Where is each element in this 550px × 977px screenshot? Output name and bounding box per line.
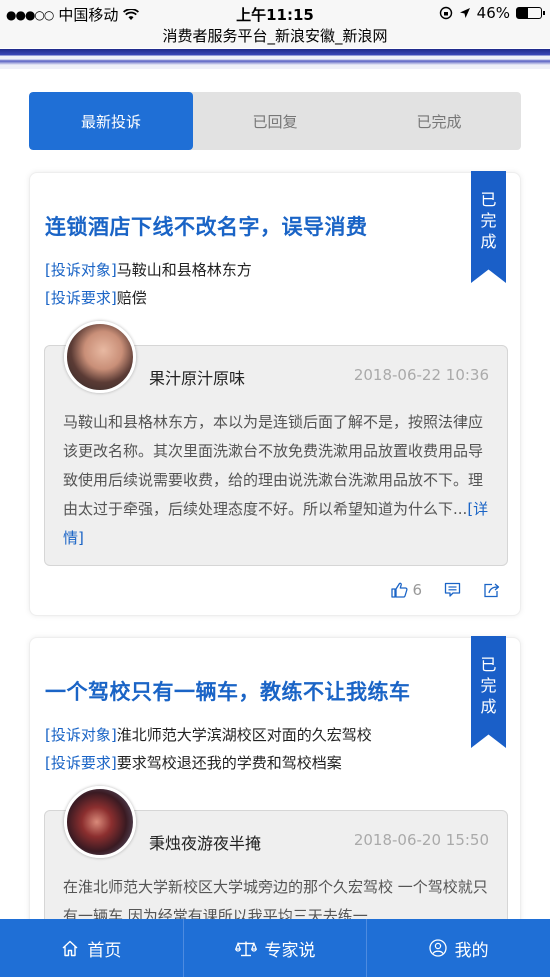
nav-experts-label: 专家说 <box>264 940 316 961</box>
complaint-target: [投诉对象]淮北师范大学滨湖校区对面的久宏驾校 <box>45 724 372 745</box>
request-tag: [投诉要求] <box>45 754 117 772</box>
post-datetime: 2018-06-20 15:50 <box>353 831 489 849</box>
request-value: 赔偿 <box>116 289 147 307</box>
status-badge: 已 完 成 <box>471 636 506 748</box>
nav-mine-label: 我的 <box>454 940 489 961</box>
avatar[interactable] <box>64 321 136 393</box>
user-icon <box>429 939 447 957</box>
share-button[interactable] <box>483 582 501 598</box>
scale-icon <box>234 941 257 956</box>
target-tag: [投诉对象] <box>45 261 117 279</box>
request-tag: [投诉要求] <box>45 289 117 307</box>
target-value: 淮北师范大学滨湖校区对面的久宏驾校 <box>116 726 372 744</box>
card-actions: 6 <box>391 581 501 599</box>
tab-completed[interactable]: 已完成 <box>357 92 521 150</box>
comment-icon <box>444 582 461 597</box>
rotation-lock-icon <box>439 6 452 20</box>
complaint-request: [投诉要求]要求驾校退还我的学费和驾校档案 <box>45 752 342 773</box>
nav-home-label: 首页 <box>87 940 122 961</box>
like-count: 6 <box>412 581 422 599</box>
post-datetime: 2018-06-22 10:36 <box>353 366 489 384</box>
user-name: 秉烛夜游夜半掩 <box>149 834 262 853</box>
tab-latest[interactable]: 最新投诉 <box>29 92 193 150</box>
complaint-title[interactable]: 连锁酒店下线不改名字，误导消费 <box>45 211 368 241</box>
complaint-content: 马鞍山和县格林东方，本以为是连锁后面了解不是，按照法律应该更改名称。其次里面洗漱… <box>63 413 489 547</box>
complaint-tabs: 最新投诉 已回复 已完成 <box>29 92 521 150</box>
battery-icon <box>516 7 545 19</box>
share-icon <box>484 583 500 598</box>
thumbs-up-icon <box>391 582 409 598</box>
target-value: 马鞍山和县格林东方 <box>116 261 252 279</box>
complaint-title[interactable]: 一个驾校只有一辆车，教练不让我练车 <box>45 676 411 706</box>
like-button[interactable]: 6 <box>391 581 422 599</box>
request-value: 要求驾校退还我的学费和驾校档案 <box>116 754 342 772</box>
battery-percent: 46% <box>476 4 510 22</box>
nav-mine[interactable]: 我的 <box>367 919 550 977</box>
status-bar: ●●●○○ 中国移动 上午11:15 46% <box>0 0 550 26</box>
bottom-nav: 首页 专家说 我的 <box>0 919 550 977</box>
avatar[interactable] <box>64 786 136 858</box>
target-tag: [投诉对象] <box>45 726 117 744</box>
nav-experts[interactable]: 专家说 <box>184 919 368 977</box>
complaint-target: [投诉对象]马鞍山和县格林东方 <box>45 259 252 280</box>
location-arrow-icon <box>459 8 470 18</box>
complaint-content-box: 果汁原汁原味 2018-06-22 10:36 马鞍山和县格林东方，本以为是连锁… <box>44 321 508 566</box>
user-name: 果汁原汁原味 <box>149 369 246 388</box>
comment-button[interactable] <box>444 582 461 598</box>
complaint-card[interactable]: 已 完 成 连锁酒店下线不改名字，误导消费 [投诉对象]马鞍山和县格林东方 [投… <box>29 171 521 616</box>
status-badge: 已 完 成 <box>471 171 506 283</box>
complaint-request: [投诉要求]赔偿 <box>45 287 147 308</box>
complaint-card[interactable]: 已 完 成 一个驾校只有一辆车，教练不让我练车 [投诉对象]淮北师范大学滨湖校区… <box>29 636 521 977</box>
tab-replied[interactable]: 已回复 <box>193 92 357 150</box>
page-title: 消费者服务平台_新浪安徽_新浪网 <box>0 26 550 48</box>
home-icon <box>62 940 78 956</box>
nav-home[interactable]: 首页 <box>0 919 184 977</box>
header-accent-stripe <box>0 49 550 69</box>
